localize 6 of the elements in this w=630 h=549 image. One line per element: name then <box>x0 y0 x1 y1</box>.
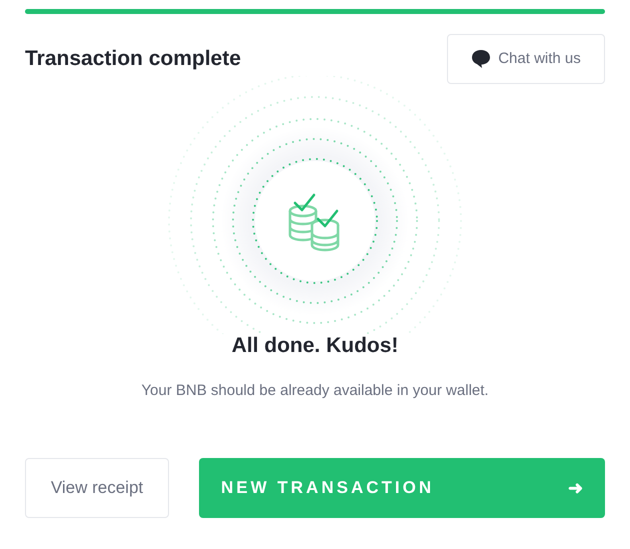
view-receipt-button[interactable]: View receipt <box>25 458 169 518</box>
chat-button[interactable]: Chat with us <box>447 34 605 84</box>
page-title: Transaction complete <box>25 46 241 72</box>
success-heading: All done. Kudos! <box>230 333 400 359</box>
success-message: Your BNB should be already available in your wallet. <box>140 380 490 400</box>
speech-bubble-icon <box>471 49 492 69</box>
